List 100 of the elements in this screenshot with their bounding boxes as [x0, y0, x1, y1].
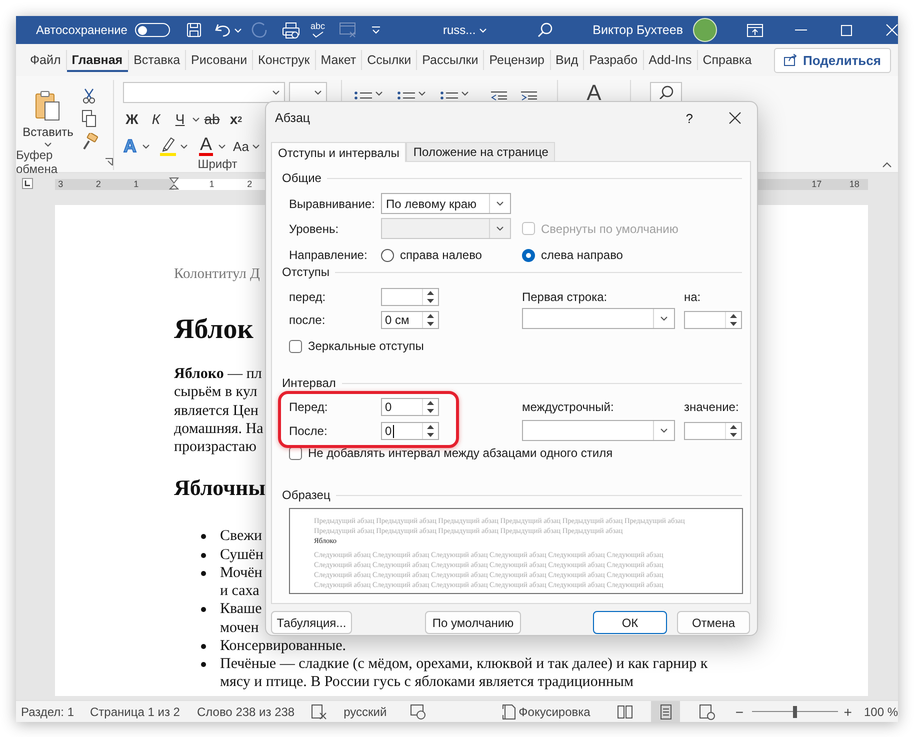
spin-up-icon[interactable]	[427, 425, 434, 429]
ribbon-tab[interactable]: Конструк	[253, 48, 315, 72]
spin-down-icon[interactable]	[427, 298, 434, 302]
spelling-button[interactable]: abc	[310, 22, 325, 38]
radio-label[interactable]: справа налево	[400, 248, 482, 262]
caret-icon[interactable]	[418, 91, 426, 96]
ribbon-tab[interactable]: Рисовани	[186, 48, 252, 72]
caret-icon[interactable]	[44, 142, 52, 147]
dialog-launcher-icon[interactable]	[105, 158, 113, 166]
spin-up-icon[interactable]	[730, 425, 737, 429]
font-size-field[interactable]	[289, 82, 327, 103]
customize-icon[interactable]	[371, 26, 381, 34]
dialog-tab[interactable]: Положение на странице	[406, 142, 556, 161]
help-button[interactable]: ?	[686, 110, 693, 126]
spin-up-icon[interactable]	[427, 401, 434, 405]
spin-box[interactable]	[684, 422, 742, 440]
zoom-out-button[interactable]: −	[735, 701, 744, 722]
format-button[interactable]: К	[144, 109, 168, 129]
proofing-icon[interactable]	[310, 704, 327, 720]
ribbon-tab[interactable]: Вид	[550, 48, 584, 72]
spin-box[interactable]: 0	[381, 398, 439, 416]
ribbon-tab[interactable]: Рассылки	[417, 48, 484, 72]
caret-icon[interactable]	[660, 428, 668, 432]
ribbon-tab[interactable]: Справка	[698, 48, 757, 72]
caret-icon[interactable]	[314, 90, 322, 95]
spin-up-icon[interactable]	[730, 314, 737, 318]
checkbox-label[interactable]: Не добавлять интервал между абзацами одного стиля	[308, 446, 613, 460]
dialog-button[interactable]: ОК	[593, 611, 667, 634]
zoom-in-button[interactable]: +	[844, 701, 852, 722]
indent-marker-icon[interactable]	[169, 177, 179, 192]
spin-down-icon[interactable]	[427, 433, 434, 437]
section-status[interactable]: Раздел: 1	[21, 704, 74, 718]
dialog-tab[interactable]: Отступы и интервалы	[271, 142, 406, 162]
search-icon[interactable]	[536, 22, 553, 38]
caret-icon[interactable]	[218, 144, 226, 148]
accessibility-icon[interactable]	[410, 704, 426, 720]
spin-down-icon[interactable]	[730, 433, 737, 437]
caret-icon[interactable]	[180, 144, 188, 148]
radio-button[interactable]	[522, 248, 535, 262]
spin-down-icon[interactable]	[427, 322, 434, 326]
checkbox[interactable]	[289, 340, 302, 352]
caret-icon[interactable]	[252, 144, 260, 148]
share-button[interactable]: Поделиться	[774, 48, 891, 72]
focus-button[interactable]: Фокусировка	[502, 701, 590, 722]
caret-icon[interactable]	[461, 91, 469, 96]
radio-label[interactable]: слева направо	[541, 248, 623, 262]
ribbon-tab[interactable]: Макет	[316, 48, 362, 72]
close-icon[interactable]	[886, 24, 898, 36]
zoom-level[interactable]: 100 %	[864, 704, 898, 718]
spin-box[interactable]	[381, 288, 439, 306]
caret-icon[interactable]	[660, 316, 668, 321]
scissors-icon[interactable]	[82, 88, 96, 104]
ribbon-tab[interactable]: Файл	[25, 48, 66, 72]
word-count[interactable]: Слово 238 из 238	[196, 704, 295, 718]
close-button[interactable]	[729, 112, 741, 124]
slider-thumb[interactable]	[792, 706, 797, 718]
spin-box[interactable]: 0	[381, 422, 439, 440]
maximize-icon[interactable]	[840, 24, 852, 36]
find-button[interactable]	[650, 82, 682, 101]
ribbon-tab[interactable]: Add-Ins	[644, 48, 697, 72]
page-status[interactable]: Страница 1 из 2	[90, 704, 180, 718]
change-case-button[interactable]: Aa	[232, 138, 250, 154]
document-name-button[interactable]: russ...	[443, 23, 487, 37]
autosave-toggle[interactable]	[135, 23, 170, 37]
radio-button[interactable]	[381, 248, 394, 262]
avatar[interactable]	[692, 18, 717, 42]
ribbon-tab[interactable]: Вставка	[128, 48, 186, 72]
caret-icon[interactable]	[192, 116, 200, 122]
spin-up-icon[interactable]	[427, 290, 434, 294]
caret-icon[interactable]	[142, 144, 150, 148]
ribbon-tab[interactable]: Рецензир	[484, 48, 550, 72]
ribbon-tab[interactable]: Разрабо	[584, 48, 643, 72]
view-button[interactable]	[651, 701, 680, 722]
dialog-button[interactable]: Отмена	[677, 611, 750, 634]
language-status[interactable]: русский	[344, 704, 387, 718]
font-color-button[interactable]: A	[196, 135, 216, 157]
copy-icon[interactable]	[82, 110, 96, 127]
format-button[interactable]: Ж	[120, 109, 144, 129]
spin-box[interactable]: 0 см	[381, 310, 439, 328]
spin-down-icon[interactable]	[730, 322, 737, 326]
dialog-button[interactable]: По умолчанию	[425, 611, 521, 634]
minimize-icon[interactable]	[794, 29, 807, 31]
spin-up-icon[interactable]	[427, 314, 434, 318]
dialog-button[interactable]: Табуляция...	[271, 611, 352, 634]
caret-icon[interactable]	[272, 90, 280, 95]
spin-box[interactable]	[684, 310, 742, 328]
collapse-ribbon-icon[interactable]	[882, 162, 892, 168]
caret-icon[interactable]	[496, 201, 504, 206]
checkbox-label[interactable]: Зеркальные отступы	[308, 339, 424, 353]
font-name-field[interactable]	[123, 82, 285, 103]
format-button[interactable]: ab	[200, 109, 224, 129]
save-icon[interactable]	[186, 22, 202, 38]
ribbon-tab[interactable]: Ссылки	[362, 48, 416, 72]
print-preview-icon[interactable]	[282, 22, 300, 38]
dropdown[interactable]: По левому краю	[381, 193, 511, 214]
undo-icon[interactable]	[214, 22, 232, 38]
tab-selector-icon[interactable]	[22, 178, 33, 189]
caret-icon[interactable]	[375, 91, 383, 96]
user-name[interactable]: Виктор Бухтеев	[592, 23, 683, 37]
ribbon-display-icon[interactable]	[746, 24, 763, 36]
